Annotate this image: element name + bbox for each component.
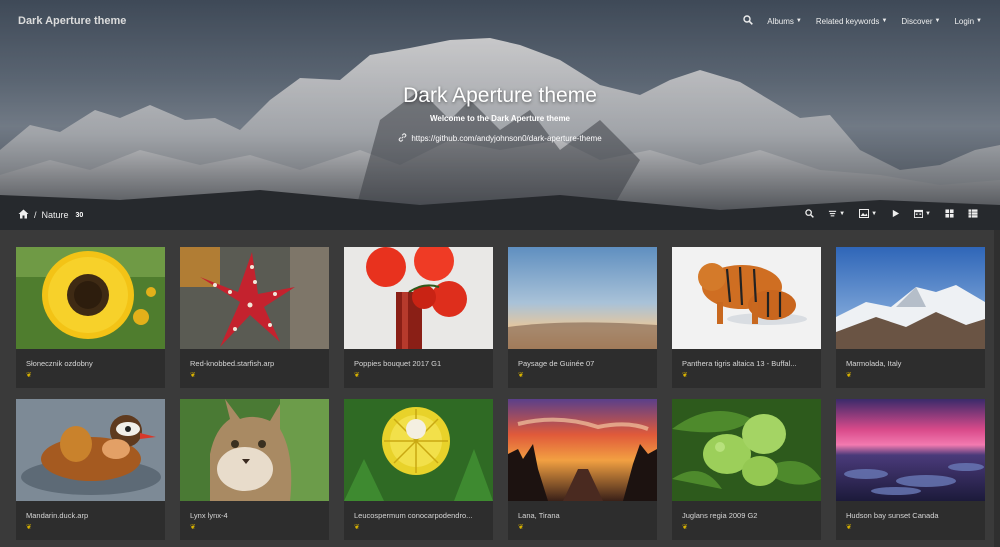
photo-card[interactable]: Poppies bouquet 2017 G1 ❦ <box>344 247 493 388</box>
nav-menu: Albums ▼ Related keywords ▼ Discover ▼ Logi… <box>743 15 982 27</box>
like-icon[interactable]: ❦ <box>672 520 821 534</box>
photo-caption[interactable]: Hudson bay sunset Canada <box>836 501 985 520</box>
nav-discover-label: Discover <box>901 16 933 26</box>
chevron-down-icon: ▼ <box>925 210 931 217</box>
photo-caption[interactable]: Juglans regia 2009 G2 <box>672 501 821 520</box>
photo-card[interactable]: Red-knobbed.starfish.arp ❦ <box>180 247 329 388</box>
bay-sunset-thumbnail[interactable] <box>836 399 985 501</box>
hero-banner: Dark Aperture theme Albums ▼ Related keyw… <box>0 0 1000 230</box>
top-navbar: Dark Aperture theme Albums ▼ Related keyw… <box>0 0 1000 42</box>
home-icon[interactable] <box>18 209 29 221</box>
poppies-thumbnail[interactable] <box>344 247 493 349</box>
chevron-down-icon: ▼ <box>976 18 982 24</box>
photo-card[interactable]: Panthera tigris altaica 13 - Buffal... ❦ <box>672 247 821 388</box>
photo-caption[interactable]: Słonecznik ozdobny <box>16 349 165 368</box>
photo-card[interactable]: Marmolada, Italy ❦ <box>836 247 985 388</box>
photo-card[interactable]: Lynx lynx-4 ❦ <box>180 399 329 540</box>
chevron-down-icon: ▼ <box>934 18 941 24</box>
photo-card[interactable]: Juglans regia 2009 G2 ❦ <box>672 399 821 540</box>
like-icon[interactable]: ❦ <box>836 368 985 382</box>
photo-caption[interactable]: Leucospermum conocarpodendro... <box>344 501 493 520</box>
photo-card[interactable]: Słonecznik ozdobny ❦ <box>16 247 165 388</box>
chevron-down-icon: ▼ <box>795 18 802 24</box>
photo-caption[interactable]: Paysage de Guinée 07 <box>508 349 657 368</box>
hero-text: Dark Aperture theme Welcome to the Dark … <box>0 84 1000 147</box>
nav-related-keywords-label: Related keywords <box>815 16 880 26</box>
photo-count-badge: 30 <box>75 211 84 219</box>
search-icon[interactable] <box>805 209 815 218</box>
link-icon <box>398 133 407 144</box>
search-icon[interactable] <box>743 15 754 27</box>
hero-subtitle: Welcome to the Dark Aperture theme <box>429 114 571 123</box>
chevron-down-icon: ▼ <box>839 210 846 217</box>
hero-link[interactable]: https://github.com/andyjohnson0/dark-ape… <box>398 133 602 144</box>
like-icon[interactable]: ❦ <box>344 520 493 534</box>
nav-login[interactable]: Login ▼ <box>954 17 982 26</box>
page-scrollbar[interactable] <box>994 230 1000 547</box>
photo-card[interactable]: Hudson bay sunset Canada ❦ <box>836 399 985 540</box>
like-icon[interactable]: ❦ <box>16 520 165 534</box>
sort-icon[interactable]: ▼ <box>828 209 845 218</box>
list-view-icon[interactable] <box>968 209 978 218</box>
like-icon[interactable]: ❦ <box>672 368 821 382</box>
breadcrumb-album[interactable]: Nature <box>42 210 69 220</box>
sunset-sky-thumbnail[interactable] <box>508 247 657 349</box>
mountain-thumbnail[interactable] <box>836 247 985 349</box>
photo-caption[interactable]: Panthera tigris altaica 13 - Buffal... <box>672 349 821 368</box>
like-icon[interactable]: ❦ <box>16 368 165 382</box>
like-icon[interactable]: ❦ <box>508 520 657 534</box>
walnuts-thumbnail[interactable] <box>672 399 821 501</box>
photo-card[interactable]: Mandarin.duck.arp ❦ <box>16 399 165 540</box>
like-icon[interactable]: ❦ <box>344 368 493 382</box>
photo-card[interactable]: Leucospermum conocarpodendro... ❦ <box>344 399 493 540</box>
like-icon[interactable]: ❦ <box>180 520 329 534</box>
photo-card[interactable]: Lana, Tirana ❦ <box>508 399 657 540</box>
photo-card[interactable]: Paysage de Guinée 07 ❦ <box>508 247 657 388</box>
chevron-down-icon: ▼ <box>871 210 878 217</box>
album-toolbar: ▼ ▼ ▼ <box>805 209 978 218</box>
photo-grid: Słonecznik ozdobny ❦ Red-knobbed.starfis… <box>16 247 985 540</box>
hero-link-text[interactable]: https://github.com/andyjohnson0/dark-ape… <box>411 134 601 143</box>
photo-caption[interactable]: Lynx lynx-4 <box>180 501 329 520</box>
starfish-thumbnail[interactable] <box>180 247 329 349</box>
image-size-icon[interactable]: ▼ <box>859 209 877 218</box>
duck-thumbnail[interactable] <box>16 399 165 501</box>
tiger-thumbnail[interactable] <box>672 247 821 349</box>
slideshow-play-icon[interactable] <box>891 209 900 218</box>
city-sunset-thumbnail[interactable] <box>508 399 657 501</box>
chevron-down-icon: ▼ <box>881 18 888 24</box>
breadcrumb: / Nature 30 <box>18 209 83 221</box>
photo-caption[interactable]: Red-knobbed.starfish.arp <box>180 349 329 368</box>
hero-title: Dark Aperture theme <box>403 84 597 107</box>
brand-title[interactable]: Dark Aperture theme <box>18 15 126 27</box>
nav-albums-label: Albums <box>767 16 794 26</box>
photo-caption[interactable]: Mandarin.duck.arp <box>16 501 165 520</box>
like-icon[interactable]: ❦ <box>180 368 329 382</box>
calendar-icon[interactable]: ▼ <box>914 209 931 218</box>
photo-caption[interactable]: Marmolada, Italy <box>836 349 985 368</box>
breadcrumb-separator: / <box>34 210 37 220</box>
nav-login-label: Login <box>954 16 975 26</box>
grid-view-icon[interactable] <box>945 209 954 218</box>
like-icon[interactable]: ❦ <box>836 520 985 534</box>
flower-thumbnail[interactable] <box>344 399 493 501</box>
sunflower-thumbnail[interactable] <box>16 247 165 349</box>
photo-caption[interactable]: Lana, Tirana <box>508 501 657 520</box>
nav-discover[interactable]: Discover ▼ <box>901 17 940 26</box>
lynx-thumbnail[interactable] <box>180 399 329 501</box>
like-icon[interactable]: ❦ <box>508 368 657 382</box>
nav-albums[interactable]: Albums ▼ <box>767 17 802 26</box>
nav-related-keywords[interactable]: Related keywords ▼ <box>816 17 888 26</box>
photo-caption[interactable]: Poppies bouquet 2017 G1 <box>344 349 493 368</box>
